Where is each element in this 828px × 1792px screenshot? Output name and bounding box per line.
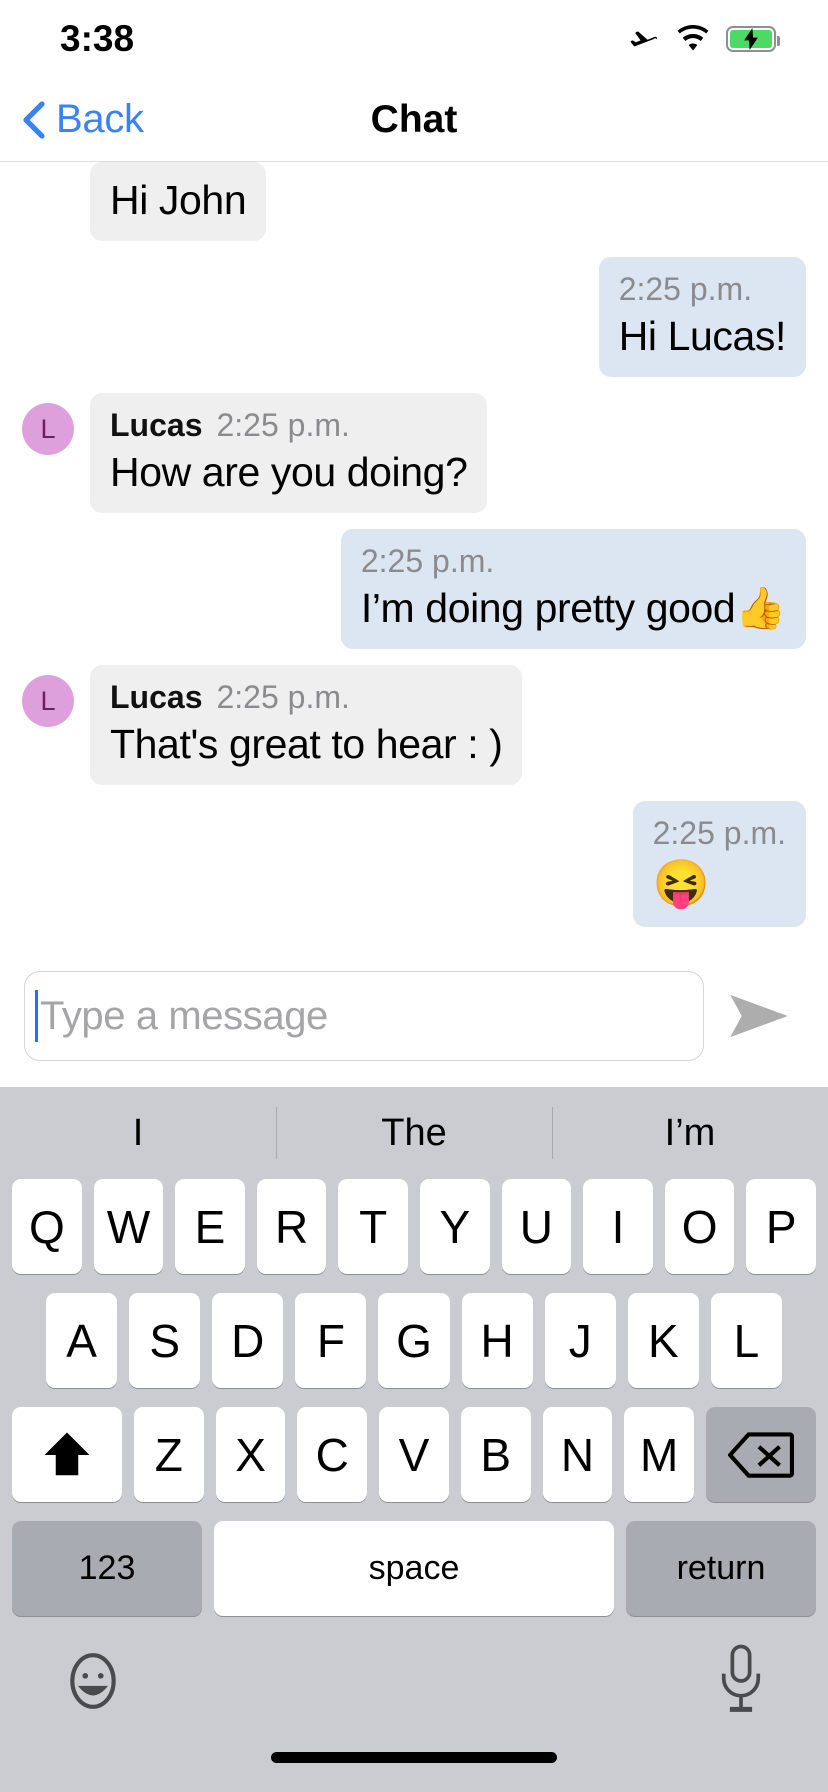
key-i[interactable]: I [583,1179,653,1274]
key-g[interactable]: G [378,1293,450,1388]
key-s[interactable]: S [129,1293,201,1388]
message-timestamp: 2:25 p.m. [652,815,786,852]
microphone-icon [721,1644,761,1712]
message-row-outgoing[interactable]: 2:25 p.m. 😝 [0,801,828,928]
message-row-outgoing[interactable]: 2:25 p.m. Hi Lucas! [0,257,828,378]
key-k[interactable]: K [627,1293,699,1388]
message-timestamp: 2:25 p.m. [216,407,350,444]
emoji-icon [70,1653,116,1709]
keyboard-row-2: A S D F G H J K L [0,1293,828,1388]
wifi-icon [676,25,710,53]
numeric-key[interactable]: 123 [12,1521,202,1616]
on-screen-keyboard: I The I’m Q W E R T Y U I O P A S D F G … [0,1087,828,1792]
key-w[interactable]: W [93,1179,164,1274]
key-b[interactable]: B [460,1407,531,1502]
shift-key[interactable] [11,1407,122,1502]
key-h[interactable]: H [461,1293,533,1388]
message-text: Hi Lucas! [618,312,787,359]
key-x[interactable]: X [215,1407,286,1502]
status-bar-time: 3:38 [60,18,135,59]
key-z[interactable]: Z [133,1407,204,1502]
text-caret [35,990,38,1042]
message-row-outgoing[interactable]: 2:25 p.m. I’m doing pretty good👍 [0,529,828,650]
message-timestamp: 2:25 p.m. [360,543,495,580]
message-bubble[interactable]: 2:25 p.m. Hi Lucas! [598,257,806,378]
chevron-left-icon [23,100,45,139]
backspace-key[interactable] [706,1407,817,1502]
message-bubble[interactable]: Lucas 2:25 p.m. That's great to hear : ) [90,665,523,786]
suggestion-item[interactable]: I [0,1112,276,1155]
key-v[interactable]: V [379,1407,449,1502]
message-header: Lucas 2:25 p.m. [110,407,467,444]
send-arrow-icon [730,994,788,1038]
space-key[interactable]: space [214,1521,614,1616]
key-f[interactable]: F [295,1293,367,1388]
suggestion-item[interactable]: The [276,1112,552,1155]
message-text: I’m doing pretty good👍 [360,584,787,631]
avatar[interactable]: L [22,675,74,728]
chat-screen: 3:38 Back Chat Hi John 2:25 p.m. Hi Luca… [0,0,828,1792]
keyboard-bottom-bar [0,1616,828,1746]
message-text: That's great to hear : ) [110,720,503,767]
message-text: 😝 [652,856,710,909]
message-timestamp: 2:25 p.m. [618,271,753,308]
key-m[interactable]: M [624,1407,695,1502]
message-input-placeholder: Type a message [40,993,328,1038]
message-list[interactable]: Hi John 2:25 p.m. Hi Lucas! L Lucas 2:25 … [0,162,828,949]
send-button[interactable] [728,993,790,1039]
key-a[interactable]: A [46,1293,118,1388]
back-button[interactable]: Back [22,97,144,142]
message-header: 2:25 p.m. [653,815,786,852]
message-row-incoming[interactable]: L Lucas 2:25 p.m. That's great to hear : … [0,665,828,786]
message-input[interactable]: Type a message [24,971,704,1061]
key-o[interactable]: O [664,1179,735,1274]
return-key[interactable]: return [626,1521,816,1616]
key-q[interactable]: Q [12,1179,82,1274]
message-sender: Lucas [110,679,203,716]
keyboard-row-3: Z X C V B N M [0,1407,828,1502]
message-composer: Type a message [0,949,828,1087]
message-bubble[interactable]: Lucas 2:25 p.m. How are you doing? [90,393,488,514]
keyboard-row-4: 123 space return [0,1521,828,1616]
key-p[interactable]: P [746,1179,816,1274]
keyboard-suggestion-bar: I The I’m [0,1087,828,1179]
status-bar-icons [626,22,780,56]
home-indicator-area [0,1746,828,1792]
key-l[interactable]: L [710,1293,782,1388]
emoji-button[interactable] [62,1650,124,1712]
message-header: 2:25 p.m. [361,543,786,580]
message-bubble[interactable]: 2:25 p.m. 😝 [632,801,806,928]
back-button-label: Back [56,97,144,141]
key-c[interactable]: C [297,1407,368,1502]
dictation-button[interactable] [716,1644,766,1718]
status-bar: 3:38 [0,0,828,78]
message-timestamp: 2:25 p.m. [216,679,350,716]
message-row-incoming[interactable]: Hi John [0,162,828,242]
key-e[interactable]: E [175,1179,245,1274]
backspace-icon [728,1431,795,1478]
message-row-incoming[interactable]: L Lucas 2:25 p.m. How are you doing? [0,393,828,514]
navigation-bar: Back Chat [0,78,828,162]
key-j[interactable]: J [544,1293,616,1388]
battery-charging-icon [726,26,780,52]
avatar[interactable]: L [22,403,74,456]
airplane-mode-icon [626,22,660,56]
message-text: How are you doing? [110,448,468,495]
key-t[interactable]: T [338,1179,408,1274]
message-bubble[interactable]: 2:25 p.m. I’m doing pretty good👍 [340,529,806,650]
key-n[interactable]: N [542,1407,613,1502]
key-y[interactable]: Y [420,1179,490,1274]
shift-icon [44,1432,90,1475]
suggestion-item[interactable]: I’m [552,1112,828,1155]
message-sender: Lucas [110,407,203,444]
key-d[interactable]: D [212,1293,284,1388]
key-u[interactable]: U [501,1179,572,1274]
message-header: Lucas 2:25 p.m. [110,679,502,716]
home-indicator[interactable] [271,1752,557,1763]
keyboard-row-1: Q W E R T Y U I O P [0,1179,828,1274]
message-bubble[interactable]: Hi John [90,162,267,242]
message-header: 2:25 p.m. [619,271,786,308]
message-text: Hi John [110,177,247,223]
key-r[interactable]: R [256,1179,327,1274]
